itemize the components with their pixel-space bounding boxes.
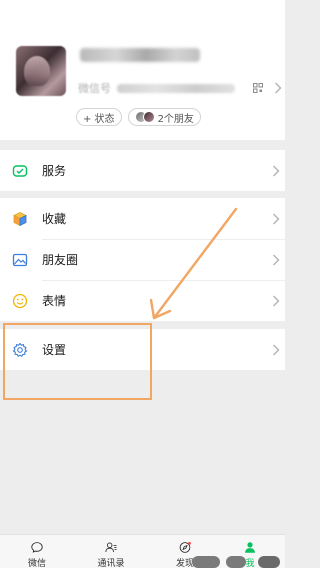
chat-bubble-icon bbox=[31, 542, 43, 553]
add-status-label: + 状态 bbox=[83, 113, 115, 125]
chevron-right-icon bbox=[275, 82, 282, 94]
tab-label-me: 我 bbox=[245, 559, 255, 568]
menu-item-stickers[interactable]: 表情 bbox=[0, 280, 285, 321]
services-group: 服务 bbox=[0, 150, 285, 191]
tab-chats[interactable]: 微信 bbox=[2, 535, 72, 568]
menu-label-services: 服务 bbox=[42, 164, 67, 178]
profile-card[interactable]: 微信号 + 状态 2个朋友 bbox=[0, 0, 285, 140]
menu-item-favorites[interactable]: 收藏 bbox=[0, 198, 285, 239]
tab-contacts[interactable]: 通讯录 bbox=[76, 535, 146, 568]
friend-avatar bbox=[142, 111, 155, 123]
gear-icon bbox=[12, 342, 28, 358]
settings-group: 设置 bbox=[0, 329, 285, 370]
friends-count-label: 2个朋友 bbox=[157, 113, 194, 125]
cube-icon bbox=[12, 211, 28, 227]
overlay-menu-button[interactable] bbox=[258, 556, 280, 568]
profile-avatar[interactable] bbox=[16, 46, 66, 96]
menu-label-settings: 设置 bbox=[42, 343, 67, 357]
overlay-grid-button[interactable] bbox=[226, 556, 246, 568]
status-row: + 状态 2个朋友 bbox=[76, 108, 201, 126]
compass-icon bbox=[179, 541, 191, 553]
smiley-icon bbox=[12, 293, 28, 309]
chevron-right-icon bbox=[273, 254, 280, 266]
friends-status-pill[interactable]: 2个朋友 bbox=[127, 108, 201, 126]
nickname-blurred bbox=[80, 48, 200, 62]
qr-code-icon[interactable] bbox=[253, 83, 263, 93]
wechat-id-blurred bbox=[117, 83, 235, 93]
overlay-tool-button[interactable] bbox=[192, 556, 220, 568]
contacts-icon bbox=[105, 542, 117, 553]
features-group: 收藏 朋友圈 表情 bbox=[0, 198, 285, 321]
chevron-right-icon bbox=[273, 344, 280, 356]
menu-item-moments[interactable]: 朋友圈 bbox=[0, 239, 285, 280]
wallet-check-icon bbox=[12, 163, 28, 179]
wechat-id-row[interactable]: 微信号 bbox=[78, 80, 268, 96]
person-filled-icon bbox=[245, 542, 255, 553]
menu-item-settings[interactable]: 设置 bbox=[0, 329, 285, 370]
menu-label-favorites: 收藏 bbox=[42, 212, 67, 226]
wechat-id-label: 微信号 bbox=[78, 82, 111, 95]
menu-item-services[interactable]: 服务 bbox=[0, 150, 285, 191]
picture-icon bbox=[12, 252, 28, 268]
menu-label-stickers: 表情 bbox=[42, 294, 67, 308]
tab-label-contacts: 通讯录 bbox=[97, 559, 125, 568]
chevron-right-icon bbox=[273, 295, 280, 307]
chevron-right-icon bbox=[273, 165, 280, 177]
add-status-button[interactable]: + 状态 bbox=[76, 108, 122, 126]
menu-label-moments: 朋友圈 bbox=[42, 253, 79, 267]
tab-label-chats: 微信 bbox=[27, 559, 46, 568]
chevron-right-icon bbox=[273, 213, 280, 225]
